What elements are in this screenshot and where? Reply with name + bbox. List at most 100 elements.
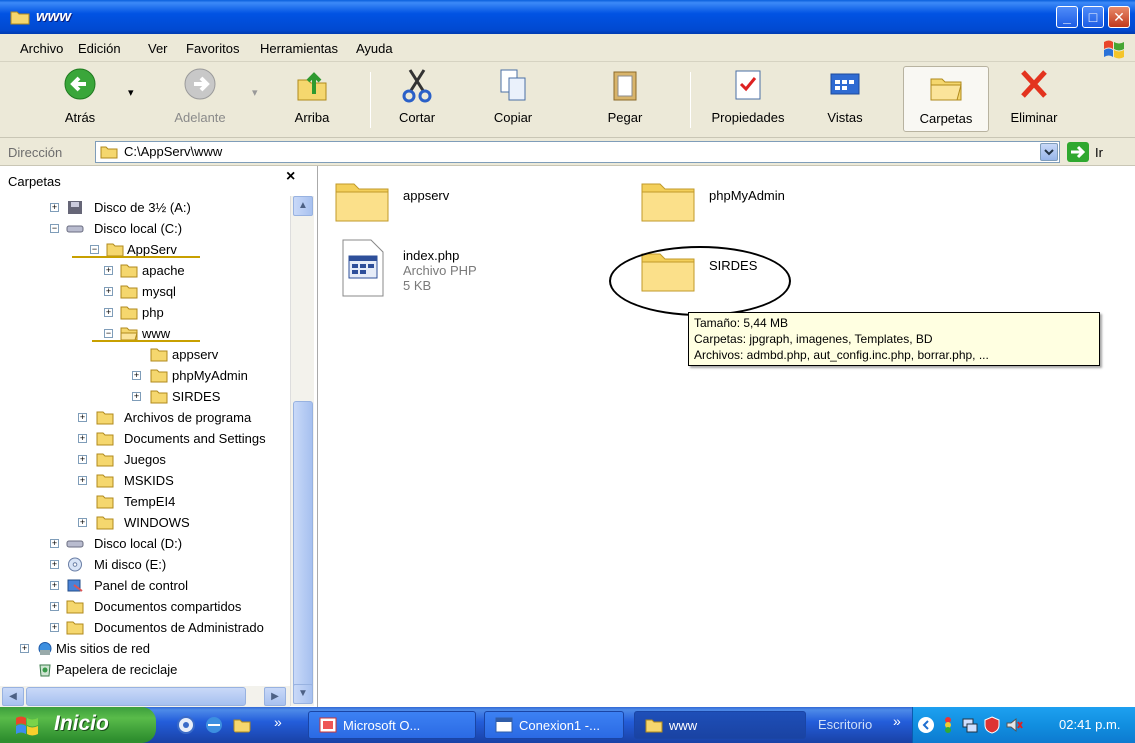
properties-icon — [735, 70, 761, 100]
address-input[interactable]: C:\AppServ\www — [95, 141, 1060, 163]
vertical-scrollbar[interactable]: ▲ ▼ — [290, 196, 314, 706]
back-button[interactable]: Atrás — [50, 66, 110, 132]
traffic-light-icon[interactable] — [939, 716, 957, 734]
folder-item-phpmyadmin[interactable]: phpMyAdmin — [639, 176, 879, 226]
start-label: Inicio — [54, 712, 109, 735]
tree-item-floppy[interactable]: + Disco de 3½ (A:) — [44, 198, 284, 218]
windows-logo-icon — [1104, 40, 1124, 59]
folder-icon[interactable] — [232, 715, 252, 735]
tree-item-shared-docs[interactable]: + Documentos compartidos — [44, 597, 284, 617]
tree-item-recycle-bin[interactable]: Papelera de reciclaje — [16, 660, 276, 680]
properties-button[interactable]: Propiedades — [700, 66, 796, 132]
scroll-thumb[interactable] — [293, 401, 313, 691]
start-button[interactable]: Inicio — [0, 707, 156, 743]
tree-item-php[interactable]: + php — [96, 303, 296, 323]
floppy-drive-icon — [68, 201, 82, 214]
task-conexion1[interactable]: Conexion1 -... — [484, 711, 624, 739]
folder-icon — [645, 719, 663, 733]
horizontal-scrollbar[interactable]: ◀ ▶ — [0, 686, 290, 707]
scroll-down-button[interactable]: ▼ — [293, 684, 313, 704]
up-button[interactable]: Arriba — [282, 66, 342, 132]
hard-disk-icon — [66, 225, 84, 233]
forward-dropdown-icon[interactable]: ▾ — [252, 86, 258, 99]
tree-item-disk-d[interactable]: + Disco local (D:) — [44, 534, 284, 554]
tree-item-archivos-programa[interactable]: + Archivos de programa — [72, 408, 292, 428]
tree-item-phpmyadmin[interactable]: + phpMyAdmin — [126, 366, 296, 386]
close-pane-button[interactable]: × — [286, 168, 295, 186]
minimize-button[interactable]: _ — [1056, 6, 1078, 28]
tree-item-disk-e[interactable]: + Mi disco (E:) — [44, 555, 284, 575]
menu-archivo[interactable]: Archivo — [20, 41, 63, 56]
folder-icon — [96, 516, 114, 530]
scroll-left-button[interactable]: ◀ — [2, 687, 24, 706]
back-dropdown-icon[interactable]: ▾ — [128, 86, 134, 99]
tree-item-windows[interactable]: + WINDOWS — [72, 513, 292, 533]
tree-item-admin-docs[interactable]: + Documentos de Administrado — [44, 618, 290, 638]
copy-button[interactable]: Copiar — [478, 66, 548, 132]
hard-disk-icon — [66, 540, 84, 548]
address-dropdown-button[interactable] — [1040, 143, 1058, 161]
tree-item-disk-c[interactable]: − Disco local (C:) — [44, 219, 284, 239]
go-button[interactable] — [1067, 142, 1089, 162]
maximize-button[interactable]: □ — [1082, 6, 1104, 28]
forward-button[interactable]: Adelante — [160, 66, 240, 132]
scroll-right-button[interactable]: ▶ — [264, 687, 286, 706]
folder-icon — [120, 306, 138, 320]
cut-button[interactable]: Cortar — [382, 66, 452, 132]
task-www[interactable]: www — [634, 711, 806, 739]
network-icon — [38, 642, 52, 655]
paste-button[interactable]: Pegar — [590, 66, 660, 132]
title-bar[interactable]: www _ □ ✕ — [0, 0, 1135, 34]
folder-item-appserv[interactable]: appserv — [333, 176, 573, 226]
tree-item-juegos[interactable]: + Juegos — [72, 450, 292, 470]
folder-icon — [10, 11, 30, 25]
folder-icon — [335, 183, 389, 222]
horizontal-scroll-thumb[interactable] — [26, 687, 246, 706]
folder-icon — [106, 243, 124, 257]
folders-icon — [930, 78, 962, 101]
copy-icon — [500, 69, 526, 101]
tree-item-mysql[interactable]: + mysql — [96, 282, 296, 302]
close-button[interactable]: ✕ — [1108, 6, 1130, 28]
tree-item-apache[interactable]: + apache — [96, 261, 296, 281]
folder-icon — [150, 369, 168, 383]
internet-explorer-icon[interactable] — [204, 715, 224, 735]
file-name: index.php — [403, 248, 460, 263]
file-item-index-php[interactable]: index.php Archivo PHP 5 KB — [333, 238, 573, 308]
shield-icon[interactable] — [983, 716, 1001, 734]
tree-item-network[interactable]: + Mis sitios de red — [16, 639, 276, 659]
quicklaunch-icon[interactable] — [176, 715, 196, 735]
tree-item-mskids[interactable]: + MSKIDS — [72, 471, 292, 491]
cd-drive-icon — [68, 557, 82, 572]
tooltip-size: Tamaño: 5,44 MB — [694, 316, 789, 330]
content-pane: appserv phpMyAdmin index.php Archivo PHP… — [319, 166, 1135, 707]
desktop-toolbar-label[interactable]: Escritorio — [818, 717, 872, 732]
recycle-bin-icon — [39, 664, 51, 677]
tree-item-documents-settings[interactable]: + Documents and Settings — [72, 429, 292, 449]
control-panel-icon — [67, 579, 83, 592]
show-hidden-icons-button[interactable] — [917, 716, 935, 734]
quicklaunch-chevron[interactable]: » — [274, 714, 282, 730]
delete-button[interactable]: Eliminar — [1002, 66, 1066, 132]
go-arrow-icon — [1071, 145, 1086, 159]
network-tray-icon[interactable] — [961, 716, 979, 734]
tree-item-appserv-sub[interactable]: appserv — [146, 345, 296, 365]
menu-favoritos[interactable]: Favoritos — [186, 41, 239, 56]
tree-item-tempei4[interactable]: TempEI4 — [72, 492, 292, 512]
tree-item-sirdes[interactable]: + SIRDES — [126, 387, 296, 407]
menu-ayuda[interactable]: Ayuda — [356, 41, 393, 56]
go-label[interactable]: Ir — [1095, 145, 1103, 160]
menu-edicion[interactable]: Edición — [78, 41, 121, 56]
clipboard-icon — [613, 71, 637, 101]
scroll-up-button[interactable]: ▲ — [293, 196, 313, 216]
clock[interactable]: 02:41 p.m. — [1059, 717, 1120, 732]
menu-ver[interactable]: Ver — [148, 41, 168, 56]
task-microsoft-office[interactable]: Microsoft O... — [308, 711, 476, 739]
menu-herramientas[interactable]: Herramientas — [260, 41, 338, 56]
tray-chevron[interactable]: » — [893, 713, 901, 729]
tree-item-control-panel[interactable]: + Panel de control — [44, 576, 284, 596]
file-size: 5 KB — [403, 278, 432, 293]
folders-button[interactable]: Carpetas — [903, 66, 989, 132]
views-button[interactable]: Vistas — [810, 66, 880, 132]
speaker-icon[interactable] — [1005, 716, 1023, 734]
